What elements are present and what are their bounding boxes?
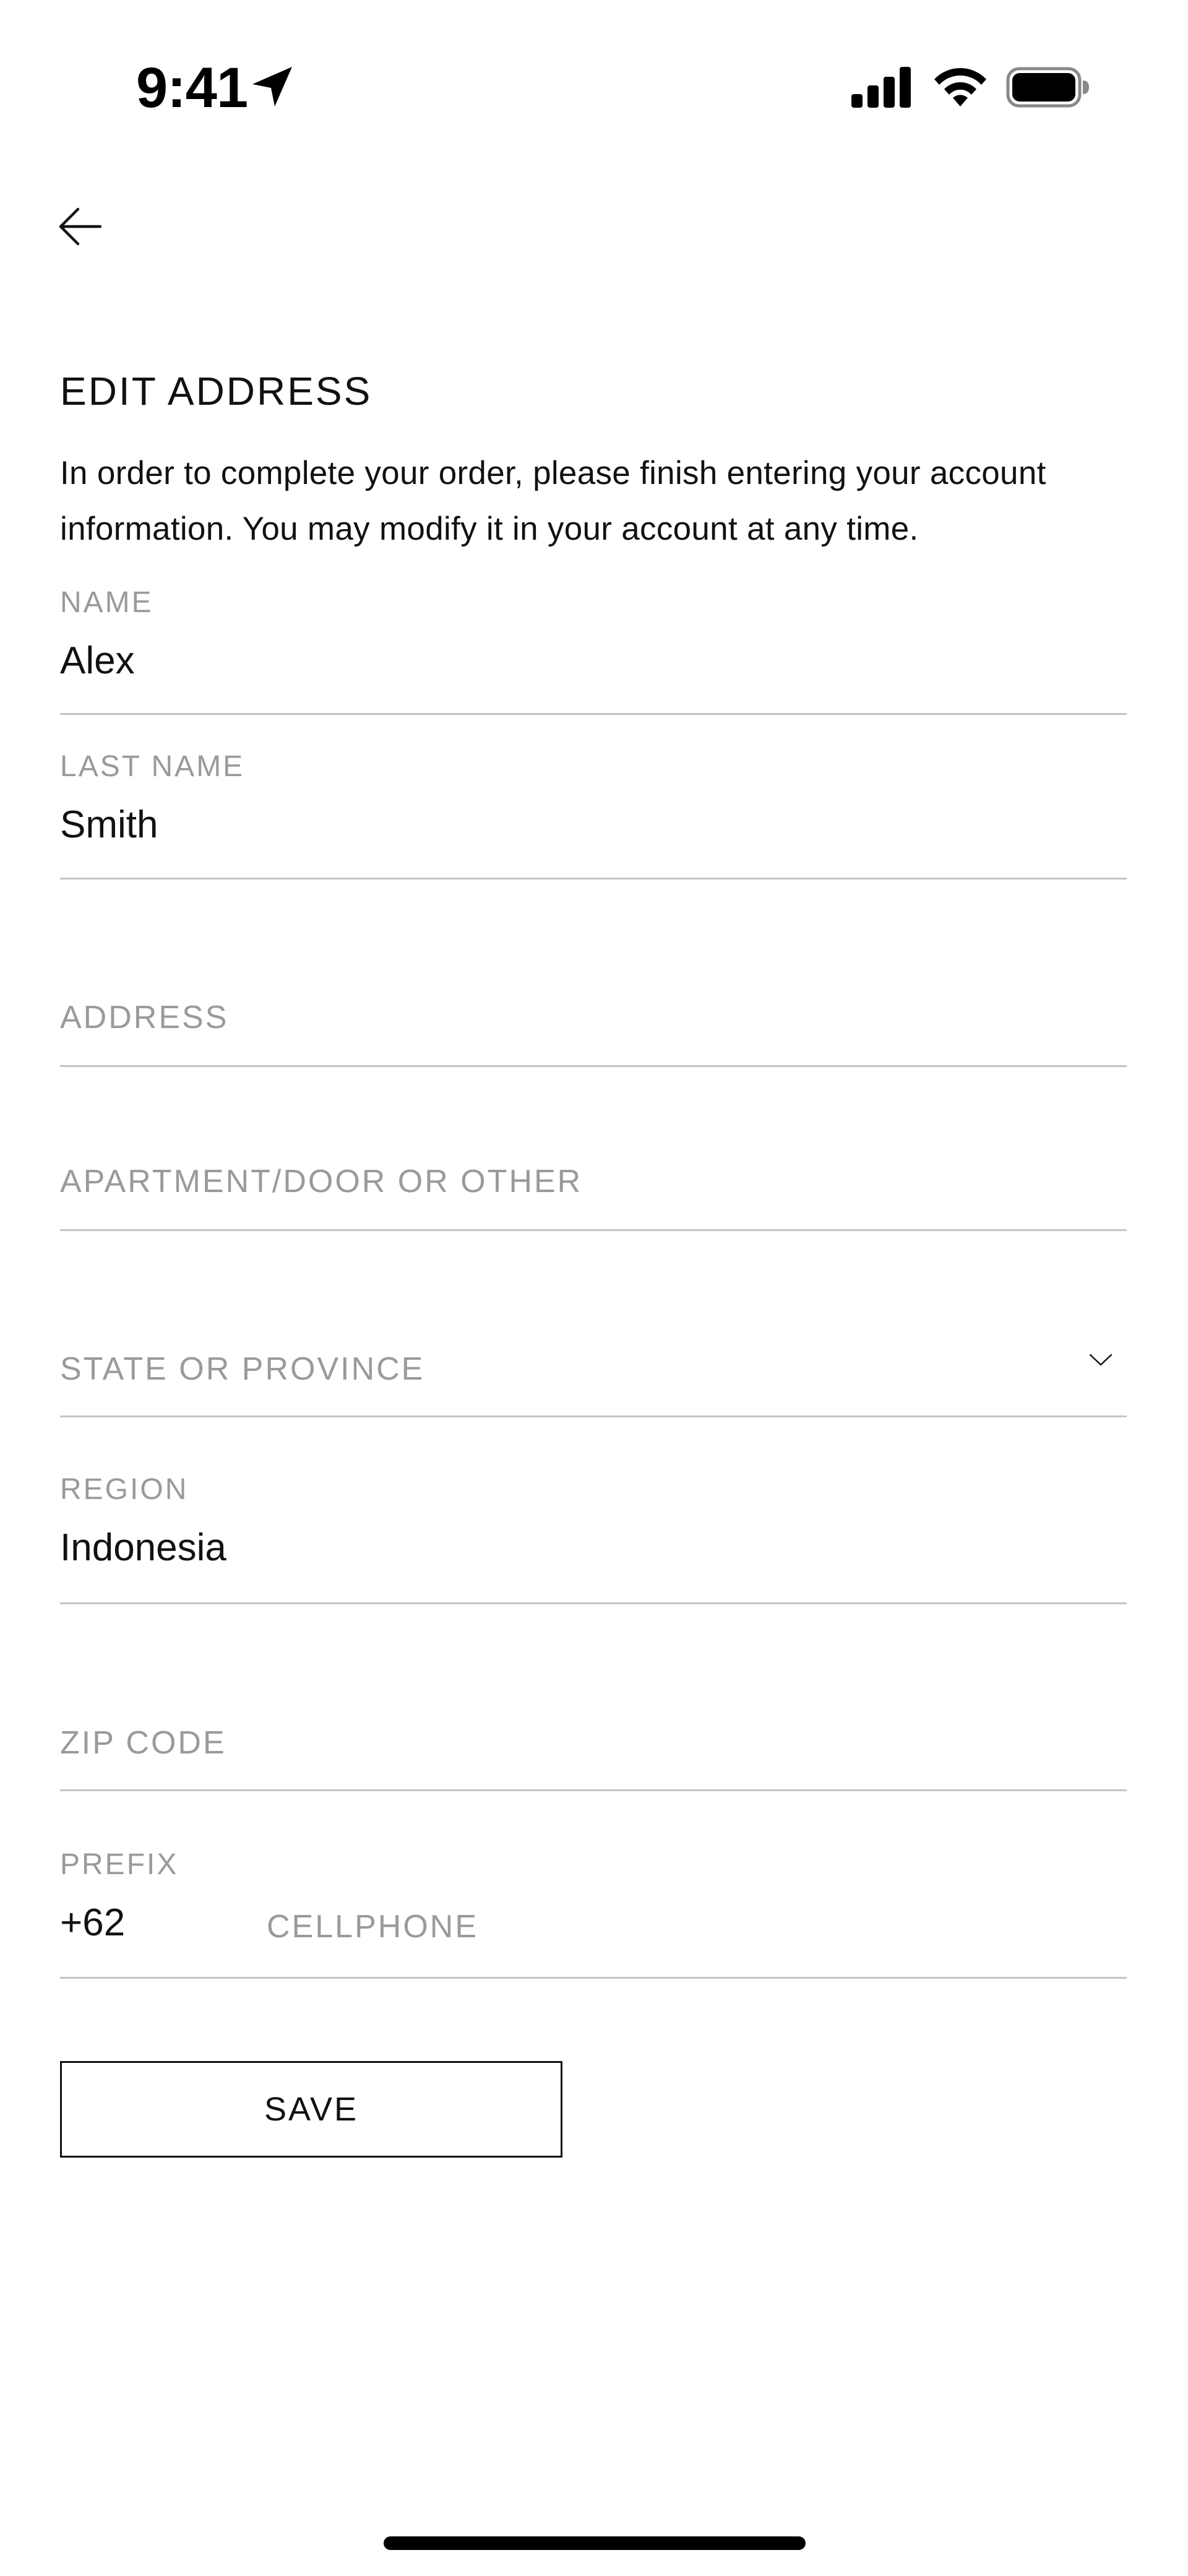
cellular-signal-icon bbox=[851, 67, 911, 108]
region-value[interactable]: Indonesia bbox=[60, 1526, 226, 1570]
last-name-value[interactable]: Smith bbox=[60, 803, 158, 847]
apartment-field[interactable]: APARTMENT/DOOR OR OTHER bbox=[60, 1117, 1127, 1231]
cellphone-input[interactable]: CELLPHONE bbox=[267, 1908, 478, 1945]
phone-field[interactable]: PREFIX +62 CELLPHONE bbox=[60, 1848, 1127, 1979]
battery-icon bbox=[1006, 67, 1089, 108]
status-time: 9:41 bbox=[136, 56, 248, 119]
last-name-field[interactable]: LAST NAME Smith bbox=[60, 747, 1127, 880]
save-button[interactable]: SAVE bbox=[60, 2061, 562, 2158]
intro-text: In order to complete your order, please … bbox=[60, 455, 1046, 547]
name-label: NAME bbox=[60, 586, 153, 619]
zip-placeholder: ZIP CODE bbox=[60, 1725, 226, 1761]
region-field[interactable]: REGION Indonesia bbox=[60, 1471, 1127, 1604]
prefix-label: PREFIX bbox=[60, 1848, 179, 1881]
location-arrow-icon bbox=[252, 67, 292, 106]
page-title: EDIT ADDRESS bbox=[60, 369, 372, 413]
status-bar: 9:41 bbox=[0, 0, 1188, 142]
name-value[interactable]: Alex bbox=[60, 639, 135, 683]
prefix-value[interactable]: +62 bbox=[60, 1901, 125, 1945]
home-indicator[interactable] bbox=[384, 2536, 806, 2550]
last-name-label: LAST NAME bbox=[60, 750, 245, 783]
region-label: REGION bbox=[60, 1473, 189, 1506]
apartment-placeholder: APARTMENT/DOOR OR OTHER bbox=[60, 1164, 583, 1199]
address-field[interactable]: ADDRESS bbox=[60, 953, 1127, 1067]
name-field[interactable]: NAME Alex bbox=[60, 582, 1127, 715]
zip-field[interactable]: ZIP CODE bbox=[60, 1677, 1127, 1791]
address-placeholder: ADDRESS bbox=[60, 1000, 229, 1035]
wifi-icon bbox=[934, 68, 986, 106]
state-select[interactable]: STATE OR PROVINCE bbox=[60, 1303, 1127, 1417]
arrow-left-icon[interactable] bbox=[56, 202, 105, 251]
state-placeholder: STATE OR PROVINCE bbox=[60, 1351, 425, 1387]
chevron-down-icon[interactable] bbox=[1088, 1352, 1113, 1368]
